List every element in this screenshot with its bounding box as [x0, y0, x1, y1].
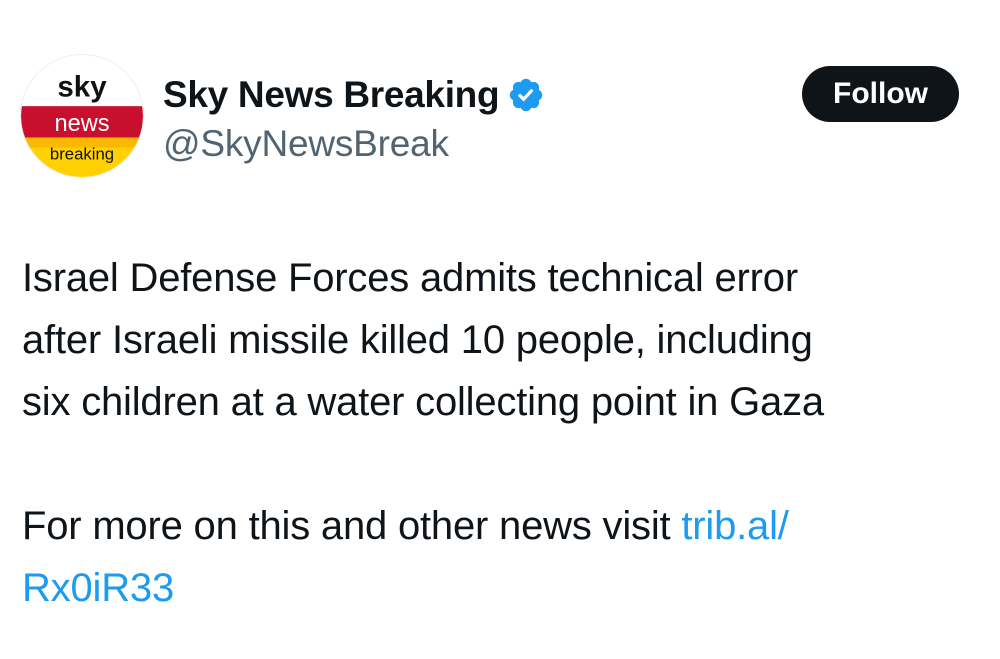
tweet-text-line: six children at a water collecting point…: [22, 380, 824, 424]
author-display-name[interactable]: Sky News Breaking: [163, 70, 500, 120]
logo-text-breaking: breaking: [50, 144, 114, 163]
tweet-text: Israel Defense Forces admits technical e…: [22, 247, 982, 619]
logo-text-news: news: [54, 111, 109, 137]
tweet-text-segment: For more on this and other news visit: [22, 504, 682, 548]
tweet-text-line: Israel Defense Forces admits technical e…: [22, 256, 798, 300]
author-avatar[interactable]: sky news breaking: [20, 54, 144, 178]
follow-button[interactable]: Follow: [802, 66, 959, 122]
tweet-card: sky news breaking Sky News Breaking @Sky…: [0, 0, 1000, 659]
tweet-text-line: after Israeli missile killed 10 people, …: [22, 318, 813, 362]
verified-badge-icon: [507, 76, 545, 114]
sky-news-breaking-logo: sky news breaking: [21, 55, 143, 177]
logo-text-sky: sky: [57, 70, 107, 103]
tweet-text-line: For more on this and other news visit tr…: [22, 495, 982, 557]
tweet-link[interactable]: trib.al/: [681, 504, 789, 548]
author-handle[interactable]: @SkyNewsBreak: [163, 122, 449, 166]
author-name-row: Sky News Breaking: [163, 70, 545, 120]
tweet-link-continued[interactable]: Rx0iR33: [22, 566, 174, 610]
tweet-text-line: Rx0iR33: [22, 557, 982, 619]
